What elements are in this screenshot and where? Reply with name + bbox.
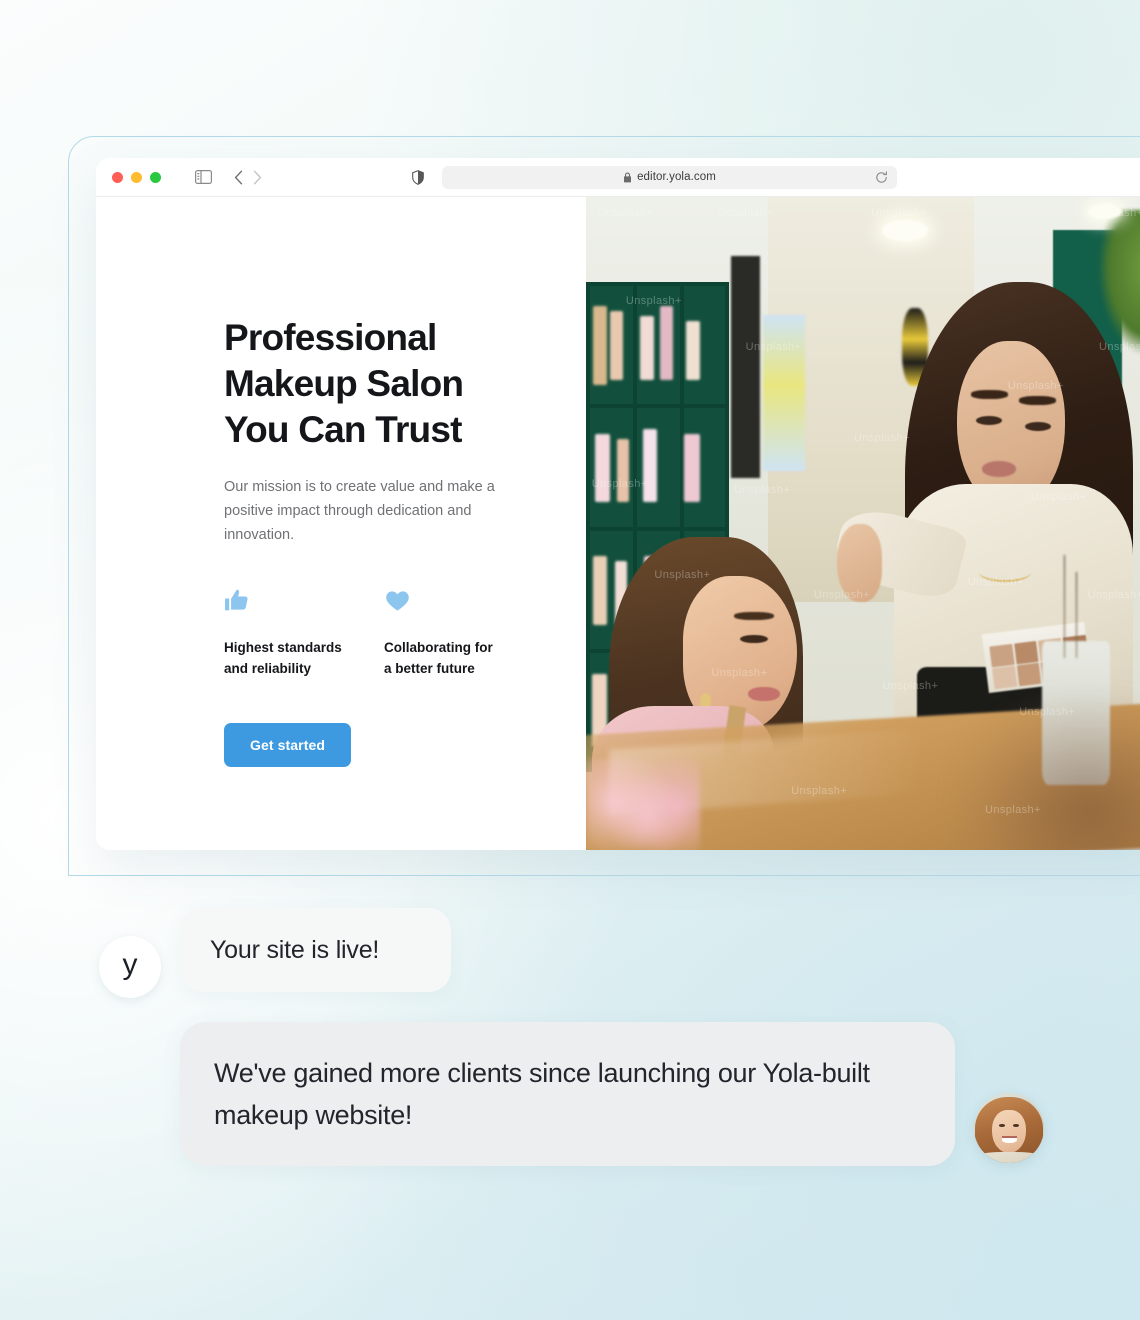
sidebar-toggle-icon[interactable]: [195, 170, 212, 184]
feature-label: Highest standards and reliability: [224, 640, 342, 676]
yola-logo-letter: y: [122, 948, 138, 981]
get-started-button[interactable]: Get started: [224, 723, 352, 767]
reload-icon[interactable]: [875, 170, 888, 184]
heart-icon: [384, 587, 544, 617]
hero-copy: Professional Makeup Salon You Can Trust …: [224, 315, 544, 767]
chat-bubble-testimonial: We've gained more clients since launchin…: [180, 1022, 955, 1166]
yola-logo-avatar: y: [99, 936, 161, 998]
chevron-right-icon[interactable]: [253, 170, 262, 185]
status-message-text: Your site is live!: [210, 936, 380, 964]
lock-icon: [623, 172, 632, 183]
hero-subtext: Our mission is to create value and make …: [224, 479, 495, 543]
page-title: Professional Makeup Salon You Can Trust: [224, 317, 464, 450]
window-controls: [112, 171, 161, 183]
thumbs-up-icon: [224, 587, 384, 617]
hero-image: Unsplash+ Unsplash+ Unsplash+ Unsplash+ …: [586, 197, 1140, 850]
feature-label: Collaborating for a better future: [384, 640, 493, 676]
close-button[interactable]: [112, 171, 123, 183]
feature-item-collaborating: Collaborating for a better future: [384, 587, 544, 679]
website-hero-section: Professional Makeup Salon You Can Trust …: [96, 197, 1140, 850]
shield-privacy-icon[interactable]: [412, 169, 424, 185]
chat-bubble-status: Your site is live!: [180, 908, 451, 992]
url-text: editor.yola.com: [637, 171, 716, 183]
address-bar[interactable]: editor.yola.com: [442, 165, 897, 189]
browser-window: editor.yola.com Professional Makeup Salo…: [96, 158, 1140, 850]
minimize-button[interactable]: [131, 171, 142, 183]
maximize-button[interactable]: [150, 171, 161, 183]
hero-text-column: Professional Makeup Salon You Can Trust …: [96, 197, 586, 850]
feature-item-standards: Highest standards and reliability: [224, 587, 384, 679]
chevron-left-icon[interactable]: [234, 170, 243, 185]
wall-poster: [762, 314, 806, 472]
browser-toolbar: editor.yola.com: [96, 158, 1140, 197]
avatar: [974, 1093, 1044, 1163]
page-root: editor.yola.com Professional Makeup Salo…: [0, 0, 1140, 1320]
flowers: [586, 758, 700, 850]
plant: [1099, 210, 1140, 354]
testimonial-text: We've gained more clients since launchin…: [214, 1058, 870, 1130]
feature-list: Highest standards and reliability Collab…: [224, 587, 544, 679]
